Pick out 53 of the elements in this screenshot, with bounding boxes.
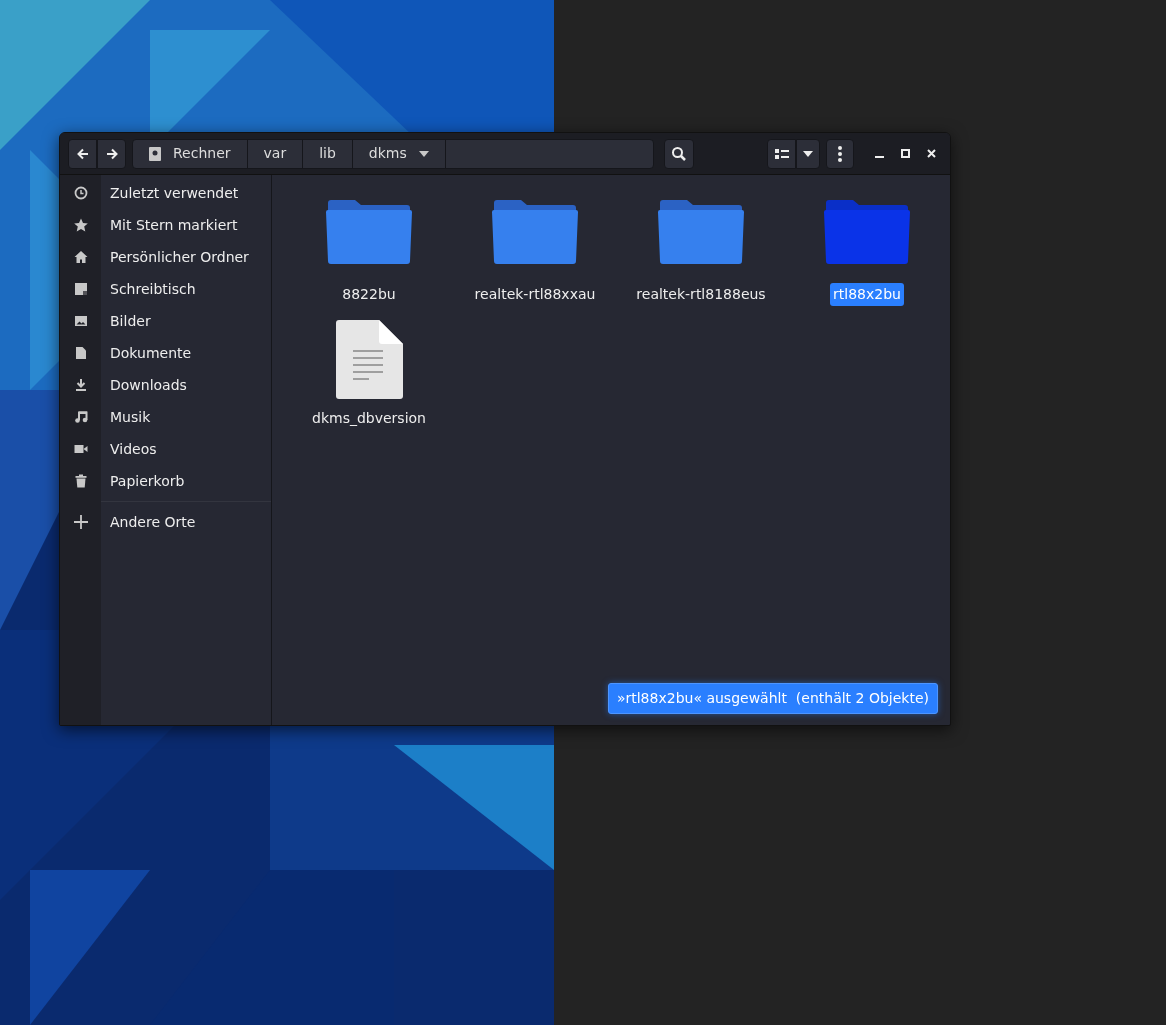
close-icon [926,149,936,158]
clock-icon [73,186,88,200]
plus-icon [73,515,88,529]
back-button[interactable] [68,138,97,169]
menu-icon [838,145,842,162]
path-segment[interactable]: lib [303,139,353,168]
file-item[interactable]: dkms_dbversion [286,323,452,447]
home-icon [73,250,88,264]
download-icon [73,378,88,392]
music-note-icon [73,410,88,424]
view-options-button[interactable] [796,138,820,169]
folder-icon [823,199,911,265]
document-icon [73,346,88,360]
sidebar-item[interactable]: Videos [60,433,271,465]
sidebar-item[interactable]: Dokumente [60,337,271,369]
star-icon [73,218,88,232]
caret-icon [803,150,813,157]
path-segment[interactable]: Rechner [133,139,248,168]
maximize-icon [900,149,910,158]
image-icon [73,314,88,328]
trash-icon [73,474,88,488]
folder-icon [657,199,745,265]
folder-icon [491,199,579,265]
folder-icon [325,199,413,265]
sidebar-item[interactable]: Downloads [60,369,271,401]
sidebar-item[interactable]: Mit Stern markiert [60,209,271,241]
video-camera-icon [73,442,88,456]
view-toggle-button[interactable] [767,138,796,169]
menu-button[interactable] [826,138,854,169]
search-icon [671,145,687,162]
path-segment[interactable]: dkms [352,139,446,168]
sidebar-item[interactable]: Persönlicher Ordner [60,241,271,273]
file-item[interactable]: realtek-rtl88xxau [452,199,618,323]
search-button[interactable] [664,138,694,169]
back-arrow-icon [75,146,90,161]
caret-icon [418,150,429,157]
sidebar-item[interactable]: Musik [60,401,271,433]
sidebar-item[interactable]: Zuletzt verwendet [60,177,271,209]
list-view-icon [774,147,789,160]
file-item[interactable]: realtek-rtl8188eus [618,199,784,323]
sidebar-item[interactable]: Andere Orte [60,506,271,538]
drive-icon [149,146,161,161]
minimize-icon [874,156,884,158]
file-item[interactable]: 8822bu [286,199,452,323]
sidebar-item[interactable]: Schreibtisch [60,273,271,305]
sidebar-item[interactable]: Papierkorb [60,465,271,497]
desktop-icon [73,282,88,296]
forward-button[interactable] [97,138,126,169]
sidebar-item[interactable]: Bilder [60,305,271,337]
forward-arrow-icon [104,146,119,161]
path-segment[interactable]: var [247,139,304,168]
status-overlay: »rtl88x2bu« ausgewählt (enthält 2 Objekte) [607,683,938,714]
file-item[interactable]: rtl88x2bu [784,199,950,323]
